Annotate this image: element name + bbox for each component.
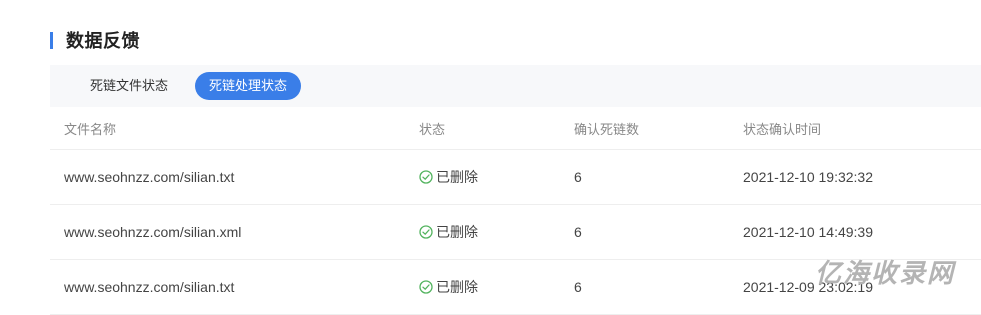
tab-deadlink-process-status[interactable]: 死链处理状态 bbox=[195, 72, 302, 100]
column-header-confirmed-count: 确认死链数 bbox=[574, 121, 640, 137]
column-header-status: 状态 bbox=[419, 121, 446, 137]
count-cell: 6 bbox=[574, 224, 582, 240]
page-title: 数据反馈 bbox=[66, 31, 140, 51]
column-header-file-name: 文件名称 bbox=[64, 121, 117, 137]
watermark-logo: 亿海收录网 bbox=[814, 258, 955, 288]
status-cell: 已删除 bbox=[419, 205, 478, 259]
check-circle-icon bbox=[419, 225, 433, 239]
file-name-cell: www.seohnzz.com/silian.txt bbox=[64, 279, 235, 295]
time-cell: 2021-12-10 19:32:32 bbox=[743, 169, 873, 185]
status-label: 已删除 bbox=[436, 279, 478, 295]
tab-bar: 死链文件状态 死链处理状态 bbox=[50, 65, 981, 107]
table-header-row: 文件名称 状态 确认死链数 状态确认时间 bbox=[50, 107, 981, 150]
count-cell: 6 bbox=[574, 169, 582, 185]
file-name-cell: www.seohnzz.com/silian.txt bbox=[64, 169, 235, 185]
column-header-confirm-time: 状态确认时间 bbox=[743, 121, 822, 137]
tab-deadlink-file-status[interactable]: 死链文件状态 bbox=[76, 72, 182, 100]
check-circle-icon bbox=[419, 280, 433, 294]
title-accent-bar bbox=[50, 31, 53, 49]
check-circle-icon bbox=[419, 170, 433, 184]
count-cell: 6 bbox=[574, 279, 582, 295]
table-row: www.seohnzz.com/silian.txt 已删除 6 2021-12… bbox=[50, 150, 981, 205]
time-cell: 2021-12-10 14:49:39 bbox=[743, 224, 873, 240]
status-cell: 已删除 bbox=[419, 260, 478, 314]
status-label: 已删除 bbox=[436, 169, 478, 185]
section-header: 数据反馈 bbox=[50, 27, 140, 53]
status-cell: 已删除 bbox=[419, 150, 478, 204]
table-row: www.seohnzz.com/silian.xml 已删除 6 2021-12… bbox=[50, 205, 981, 260]
status-label: 已删除 bbox=[436, 224, 478, 240]
file-name-cell: www.seohnzz.com/silian.xml bbox=[64, 224, 242, 240]
